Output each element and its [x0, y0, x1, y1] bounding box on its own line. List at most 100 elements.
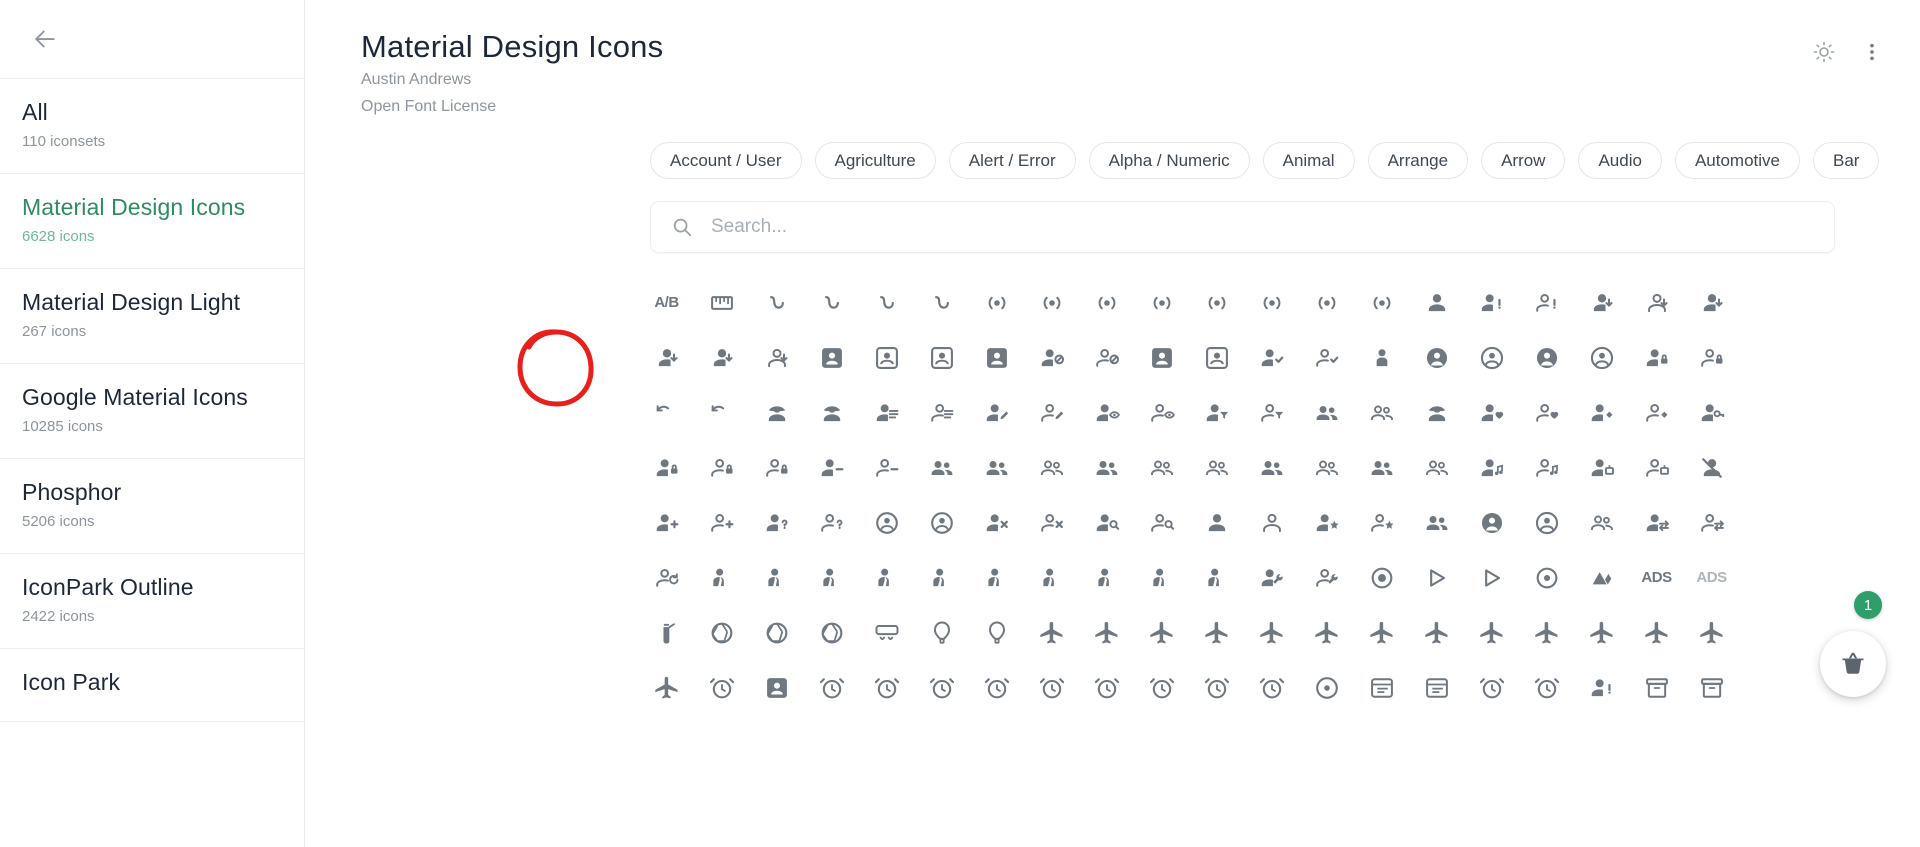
icon-cell-account-details[interactable] [859, 385, 914, 440]
icon-cell-archive[interactable] [1629, 660, 1684, 715]
icon-cell-account-multiple[interactable] [914, 440, 969, 495]
icon-cell-broadcast-off[interactable] [1189, 275, 1244, 330]
category-chip-automotive[interactable]: Automotive [1675, 142, 1800, 179]
icon-cell-account[interactable] [1409, 275, 1464, 330]
icon-cell-account-voice[interactable] [1134, 550, 1189, 605]
icon-cell-account-group-outline[interactable] [1354, 385, 1409, 440]
back-button[interactable] [24, 18, 66, 60]
icon-cell-account-alert[interactable] [1464, 275, 1519, 330]
icon-cell-account-multiple-plus[interactable] [1244, 440, 1299, 495]
icon-cell-airplane-alert[interactable] [1079, 605, 1134, 660]
icon-cell-account-alert-outline[interactable] [1519, 275, 1574, 330]
icon-cell-account-supervisor-circle[interactable] [1464, 495, 1519, 550]
icon-cell-alarm-snooze[interactable] [804, 660, 859, 715]
icon-cell-account-supervisor[interactable] [1409, 495, 1464, 550]
icon-cell-airplane-take[interactable] [639, 660, 694, 715]
icon-cell-alarm-panel[interactable] [1079, 660, 1134, 715]
icon-cell-account-multiple-outline[interactable] [1189, 440, 1244, 495]
sidebar-item-iconpark-outline[interactable]: IconPark Outline2422 icons [0, 554, 304, 649]
icon-cell-account-tie-voice-off[interactable] [969, 550, 1024, 605]
category-chip-agriculture[interactable]: Agriculture [815, 142, 936, 179]
icon-cell-aperture[interactable] [694, 605, 749, 660]
icon-cell-account-wrench-outline[interactable] [1299, 550, 1354, 605]
icon-cell-account-filter[interactable] [1189, 385, 1244, 440]
icon-cell-airplane-edit[interactable] [1299, 605, 1354, 660]
icon-cell-account-box-multiple[interactable] [914, 330, 969, 385]
icon-cell-play-speed[interactable] [1409, 550, 1464, 605]
icon-cell-account-heart-outline[interactable] [1519, 385, 1574, 440]
icon-cell-account-group[interactable] [1299, 385, 1354, 440]
icon-cell-account-arrow-left[interactable] [1684, 275, 1739, 330]
icon-cell-ads-off[interactable]: ADS [1684, 550, 1739, 605]
icon-cell-account-convert-outline[interactable] [694, 385, 749, 440]
sidebar-item-material-design-light[interactable]: Material Design Light267 icons [0, 269, 304, 364]
icon-cell-alarm-light-outline[interactable] [1024, 660, 1079, 715]
icon-cell-account-reactivate-outline[interactable] [914, 495, 969, 550]
icon-cell-account-tie-hat[interactable] [749, 550, 804, 605]
icon-cell-alarm-plus[interactable] [1244, 660, 1299, 715]
icon-cell-account-badge-outline[interactable] [1189, 330, 1244, 385]
icon-cell-account-check-outline[interactable] [1299, 330, 1354, 385]
icon-cell-account-cowboy-hat[interactable] [749, 385, 804, 440]
icon-cell-account-tie-voice-outline[interactable] [1079, 550, 1134, 605]
icon-cell-calendar-text[interactable] [1409, 660, 1464, 715]
icon-cell-broadcast[interactable] [969, 275, 1024, 330]
icon-cell-account-details-outline[interactable] [914, 385, 969, 440]
icon-cell-account-plus[interactable] [639, 495, 694, 550]
icon-cell-account-remove[interactable] [969, 495, 1024, 550]
icon-cell-account-reactivate[interactable] [859, 495, 914, 550]
icon-cell-account-switch[interactable] [1629, 495, 1684, 550]
icon-cell-aperture-off[interactable] [749, 605, 804, 660]
icon-cell-account-multiple-check-outline[interactable] [1024, 440, 1079, 495]
cart-fab-button[interactable] [1820, 631, 1886, 697]
icon-cell-alarm-bell-off[interactable] [914, 660, 969, 715]
icon-cell-account-tie-outline[interactable] [859, 550, 914, 605]
icon-cell-alarm-panel-outline[interactable] [1519, 660, 1574, 715]
icon-cell-account-multiple-remove-outline[interactable] [1409, 440, 1464, 495]
icon-cell-account-injury-outline[interactable] [1629, 385, 1684, 440]
icon-cell-account-supervisor-outline[interactable] [1574, 495, 1629, 550]
icon-cell-account-circle-dollar[interactable] [1409, 330, 1464, 385]
icon-cell-account-tie-voice-off-outline[interactable] [1024, 550, 1079, 605]
icon-cell-account-minus[interactable] [804, 440, 859, 495]
icon-cell-account-eye[interactable] [1079, 385, 1134, 440]
icon-cell-view-dashboard[interactable] [1354, 660, 1409, 715]
icon-cell-airplane-cancel[interactable] [1629, 605, 1684, 660]
icon-cell-account-arrow-up[interactable] [694, 330, 749, 385]
icon-cell-account-question-outline[interactable] [804, 495, 859, 550]
icon-cell-account-hard-hat[interactable] [1409, 385, 1464, 440]
icon-cell-account-search-outline[interactable] [1134, 495, 1189, 550]
icon-cell-account-network-outline[interactable] [1629, 440, 1684, 495]
sidebar-item-icon-park[interactable]: Icon Park [0, 649, 304, 722]
category-chip-bar[interactable]: Bar [1813, 142, 1879, 179]
category-chip-alpha-numeric[interactable]: Alpha / Numeric [1089, 142, 1250, 179]
icon-cell-account-voice-off[interactable] [1189, 550, 1244, 605]
icon-cell-play-box-outline[interactable] [1464, 550, 1519, 605]
icon-cell-airplane-search[interactable] [1684, 605, 1739, 660]
icon-cell-account-clock-outline[interactable] [1684, 330, 1739, 385]
icon-cell-account-cowboy-hat-outline[interactable] [804, 385, 859, 440]
icon-cell-alarm-note-off[interactable] [1189, 660, 1244, 715]
icon-cell-ads[interactable]: ADS [1629, 550, 1684, 605]
icon-cell-account-settings-outline[interactable] [1244, 495, 1299, 550]
icon-cell-account-music-outline[interactable] [1519, 440, 1574, 495]
icon-cell-A/B[interactable]: A/B [639, 275, 694, 330]
icon-cell-airplane[interactable] [1024, 605, 1079, 660]
icon-cell-account-check[interactable] [1244, 330, 1299, 385]
icon-cell-account-edit[interactable] [969, 385, 1024, 440]
sidebar-item-material-design-icons[interactable]: Material Design Icons6628 icons [0, 174, 304, 269]
icon-cell-account-lock-open[interactable] [639, 440, 694, 495]
icon-cell-air-conditioner[interactable] [859, 605, 914, 660]
icon-cell-account-multiple-check[interactable] [969, 440, 1024, 495]
icon-cell-account-network[interactable] [1574, 440, 1629, 495]
search-bar[interactable] [650, 201, 1835, 253]
icon-cell-account-music[interactable] [1464, 440, 1519, 495]
icon-cell-airplane-takeoff[interactable] [1354, 605, 1409, 660]
icon-cell-account-cancel[interactable] [1024, 330, 1079, 385]
icon-cell-account-settings[interactable] [1189, 495, 1244, 550]
icon-cell-artstation[interactable] [1574, 550, 1629, 605]
search-input[interactable] [711, 216, 1814, 238]
icon-cell-account-circle[interactable] [1519, 330, 1574, 385]
category-chip-alert-error[interactable]: Alert / Error [949, 142, 1076, 179]
icon-cell-alarm-check[interactable] [1464, 660, 1519, 715]
